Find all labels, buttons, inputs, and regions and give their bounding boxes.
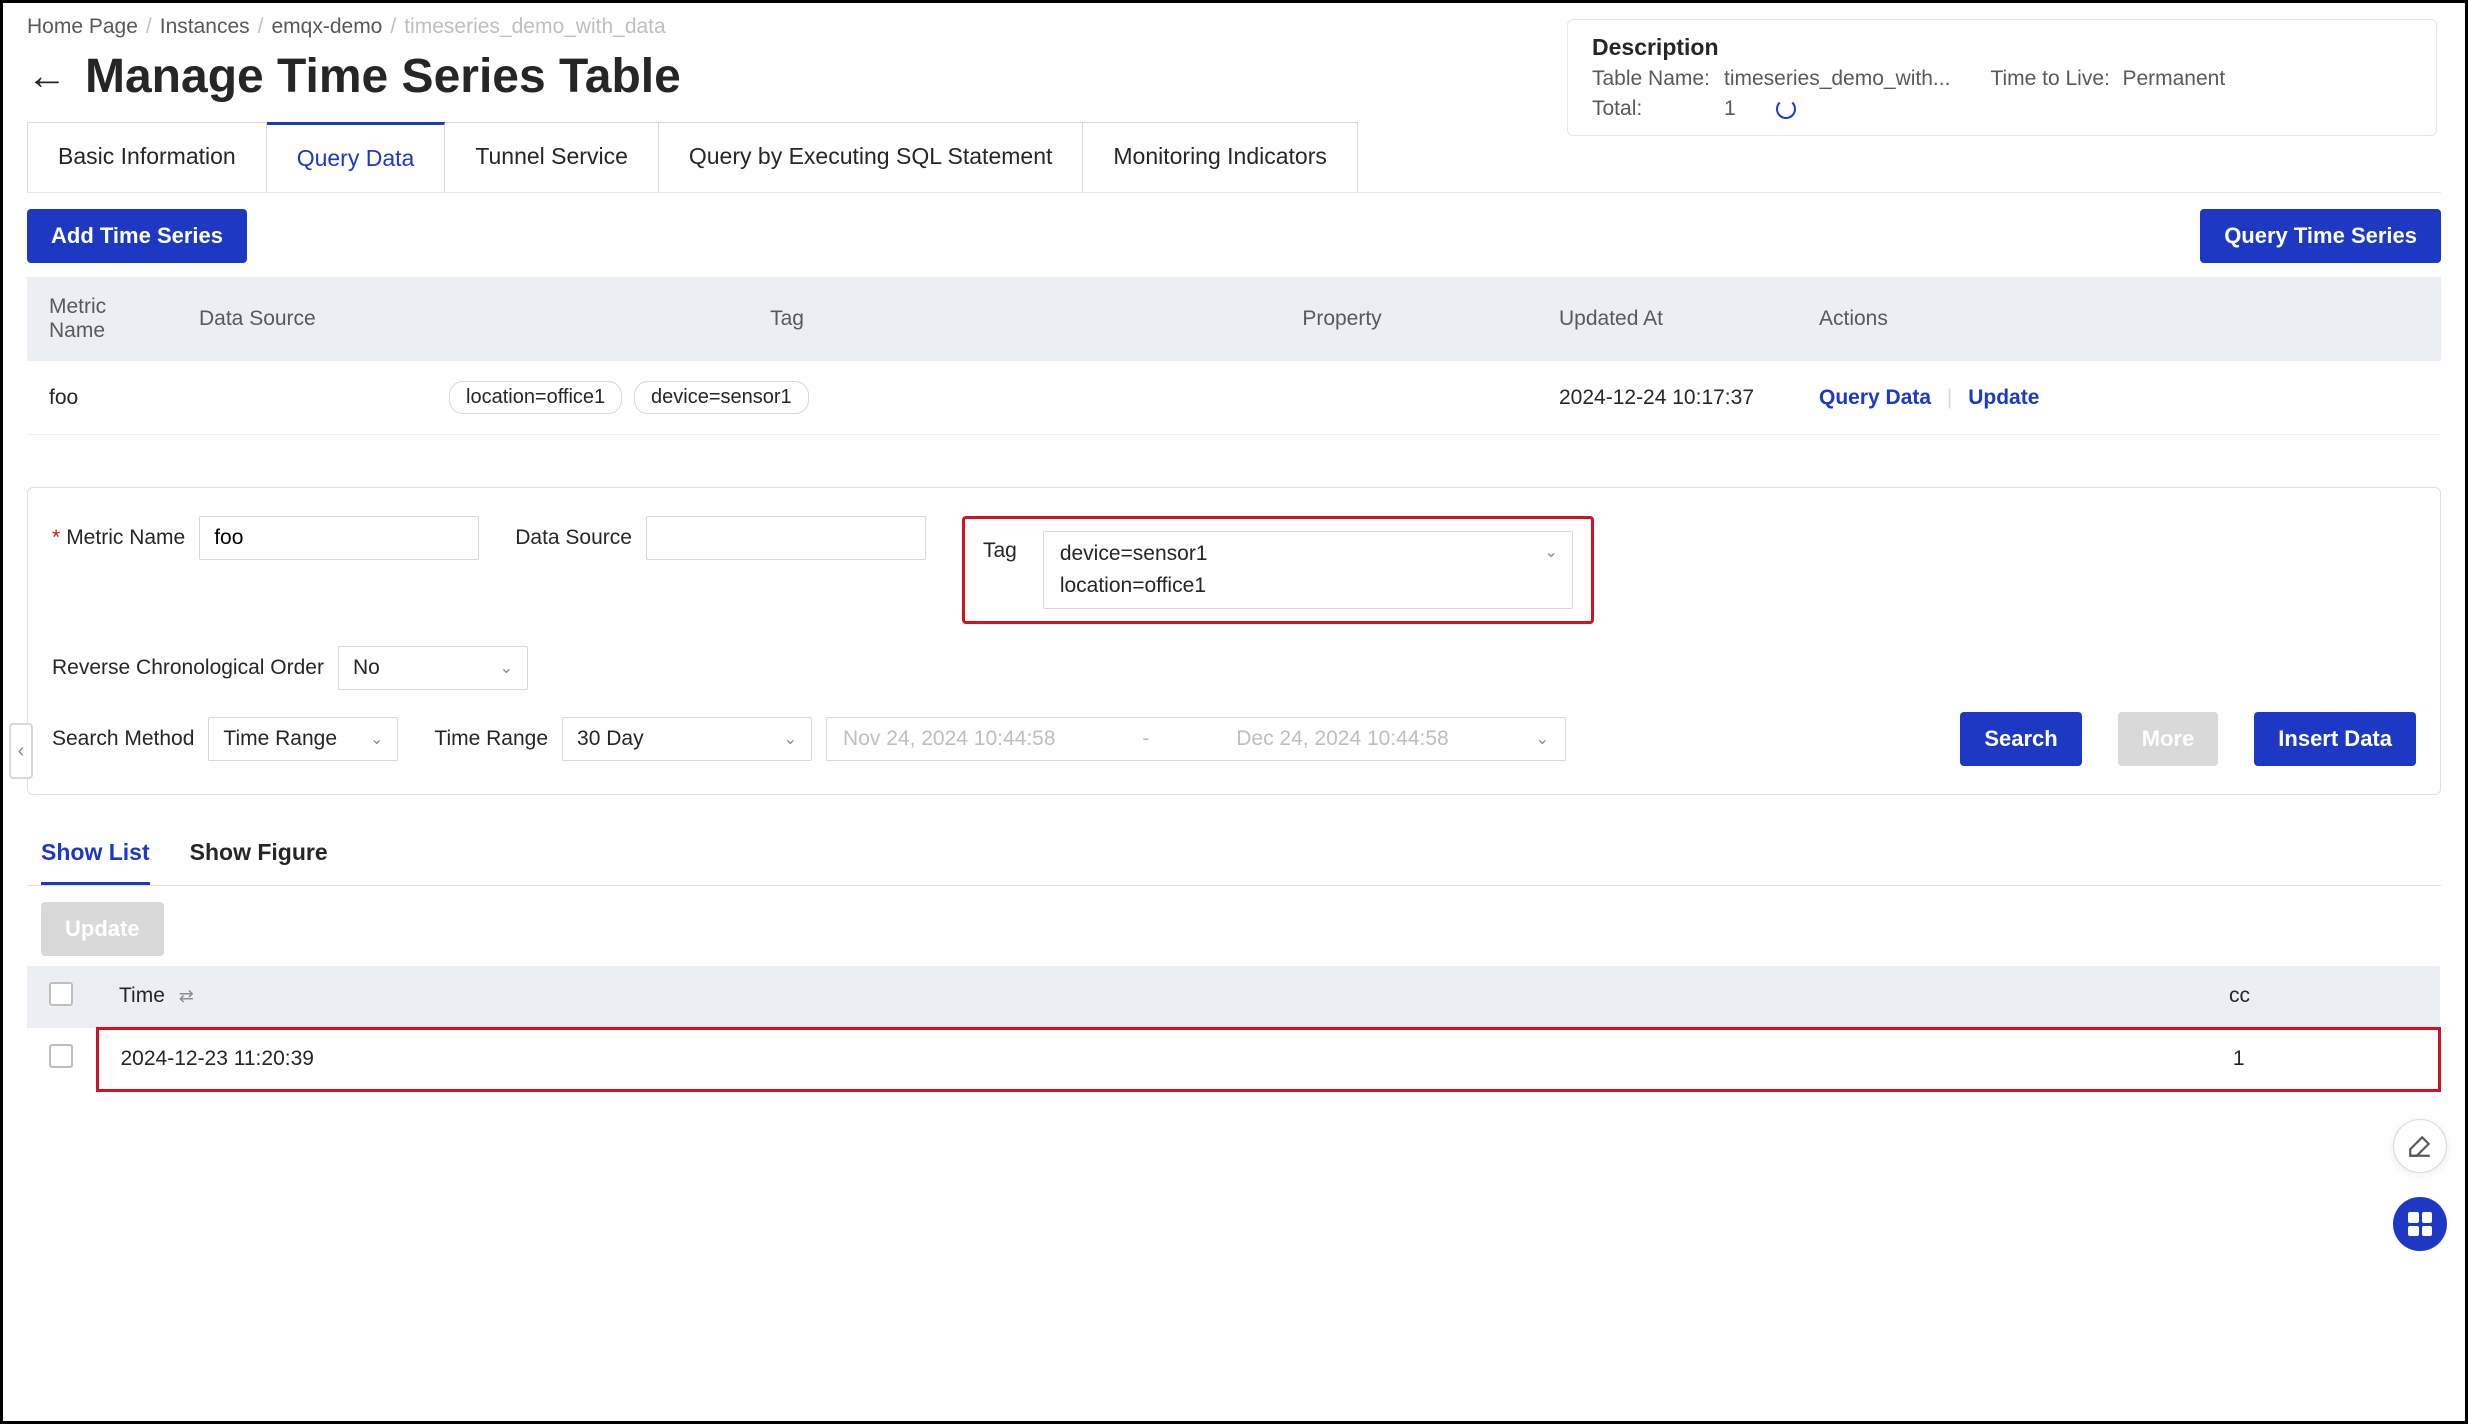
query-data-link[interactable]: Query Data (1819, 386, 1931, 409)
results-table: Time ⇄ cc 2024-12-23 11:20:39 1 (27, 966, 2441, 1092)
breadcrumb-sep: / (258, 15, 264, 39)
reverse-order-value: No (353, 656, 380, 680)
breadcrumb-current: timeseries_demo_with_data (404, 15, 665, 39)
page-title: Manage Time Series Table (85, 49, 681, 104)
data-source-input[interactable] (646, 516, 926, 560)
tag-label: Tag (983, 531, 1017, 563)
chevron-down-icon: ⌄ (784, 729, 797, 749)
breadcrumb-instance[interactable]: emqx-demo (271, 15, 382, 39)
col-metric-name: Metric Name (27, 277, 177, 361)
cell-property (1147, 361, 1537, 435)
metric-name-input[interactable] (199, 516, 479, 560)
update-link[interactable]: Update (1968, 386, 2039, 409)
time-series-table: Metric Name Data Source Tag Property Upd… (27, 277, 2441, 435)
tag-select-value-2: location=office1 (1060, 574, 1556, 598)
date-range-to: Dec 24, 2024 10:44:58 (1236, 727, 1449, 751)
description-title: Description (1592, 34, 2412, 61)
pencil-icon (2407, 1133, 2433, 1159)
desc-table-name-label: Table Name: (1592, 67, 1712, 91)
time-range-label: Time Range (434, 727, 548, 751)
tab-basic-information[interactable]: Basic Information (27, 122, 267, 192)
col-updated-at: Updated At (1537, 277, 1797, 361)
float-edit-button[interactable] (2393, 1119, 2447, 1173)
tab-show-figure[interactable]: Show Figure (190, 823, 328, 885)
cell-updated-at: 2024-12-24 10:17:37 (1537, 361, 1797, 435)
query-filter-panel: Metric Name Data Source Tag device=senso… (27, 487, 2441, 795)
description-card: Description Table Name: timeseries_demo_… (1567, 19, 2437, 136)
date-range-from: Nov 24, 2024 10:44:58 (843, 727, 1056, 751)
breadcrumb-sep: / (146, 15, 152, 39)
search-method-label: Search Method (52, 727, 194, 751)
chevron-down-icon: ⌄ (370, 729, 383, 749)
date-range-dash: - (1142, 727, 1149, 751)
col-property: Property (1147, 277, 1537, 361)
chevron-down-icon: ⌄ (500, 658, 513, 678)
tag-select-value-1: device=sensor1 (1060, 542, 1556, 566)
col-actions: Actions (1797, 277, 2441, 361)
table-row: foo location=office1 device=sensor1 2024… (27, 361, 2441, 435)
desc-ttl-value: Permanent (2122, 67, 2225, 91)
metric-name-label: Metric Name (52, 526, 185, 550)
insert-data-button[interactable]: Insert Data (2254, 712, 2416, 766)
view-tabs: Show List Show Figure (27, 823, 2441, 886)
grid-icon (2408, 1212, 2432, 1236)
update-button[interactable]: Update (41, 902, 164, 956)
col-cc: cc (2040, 966, 2440, 1028)
desc-table-name-value: timeseries_demo_with... (1724, 67, 1950, 91)
add-time-series-button[interactable]: Add Time Series (27, 209, 247, 263)
search-method-select[interactable]: Time Range ⌄ (208, 717, 398, 761)
data-source-label: Data Source (515, 526, 632, 550)
tab-query-data[interactable]: Query Data (267, 122, 446, 192)
col-time[interactable]: Time ⇄ (97, 966, 2040, 1028)
tab-query-sql[interactable]: Query by Executing SQL Statement (659, 122, 1084, 192)
reverse-order-select[interactable]: No ⌄ (338, 646, 528, 690)
breadcrumb-instances[interactable]: Instances (160, 15, 250, 39)
query-time-series-button[interactable]: Query Time Series (2200, 209, 2441, 263)
cell-metric-name: foo (27, 361, 177, 435)
tab-monitoring[interactable]: Monitoring Indicators (1083, 122, 1358, 192)
cell-cc: 1 (2040, 1028, 2440, 1090)
tag-filter-highlight: Tag device=sensor1 location=office1 ⌄ (962, 516, 1594, 624)
breadcrumb-home[interactable]: Home Page (27, 15, 138, 39)
refresh-icon[interactable] (1776, 99, 1796, 119)
row-checkbox[interactable] (49, 1044, 73, 1068)
tab-tunnel-service[interactable]: Tunnel Service (445, 122, 659, 192)
chevron-down-icon: ⌄ (1536, 729, 1549, 749)
reverse-order-label: Reverse Chronological Order (52, 656, 324, 680)
tag-chip: device=sensor1 (634, 381, 809, 414)
desc-total-value: 1 (1724, 97, 1764, 121)
back-arrow-icon[interactable]: ← (27, 54, 67, 99)
search-method-value: Time Range (223, 727, 337, 751)
tag-chip: location=office1 (449, 381, 622, 414)
time-range-preset-value: 30 Day (577, 727, 644, 751)
desc-total-label: Total: (1592, 97, 1712, 121)
breadcrumb-sep: / (390, 15, 396, 39)
action-divider: | (1947, 386, 1952, 409)
float-apps-button[interactable] (2393, 1197, 2447, 1251)
cell-time: 2024-12-23 11:20:39 (97, 1028, 2040, 1090)
table-row: 2024-12-23 11:20:39 1 (27, 1028, 2440, 1090)
col-tag: Tag (427, 277, 1147, 361)
sort-icon: ⇄ (179, 986, 194, 1007)
time-range-preset-select[interactable]: 30 Day ⌄ (562, 717, 812, 761)
cell-data-source (177, 361, 427, 435)
date-range-picker[interactable]: Nov 24, 2024 10:44:58 - Dec 24, 2024 10:… (826, 717, 1566, 761)
desc-ttl-label: Time to Live: (1990, 67, 2110, 91)
select-all-checkbox[interactable] (49, 982, 73, 1006)
more-button[interactable]: More (2118, 712, 2219, 766)
tag-select[interactable]: device=sensor1 location=office1 ⌄ (1043, 531, 1573, 609)
chevron-left-icon: ‹ (18, 740, 25, 763)
search-button[interactable]: Search (1960, 712, 2081, 766)
col-data-source: Data Source (177, 277, 427, 361)
tab-show-list[interactable]: Show List (41, 823, 150, 885)
chevron-down-icon: ⌄ (1544, 542, 1557, 562)
panel-collapse-handle[interactable]: ‹ (9, 723, 33, 779)
